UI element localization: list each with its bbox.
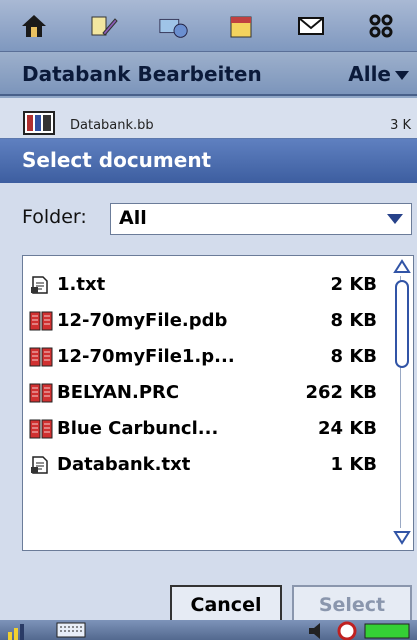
filter-label: Alle xyxy=(348,62,391,86)
folder-select[interactable]: All xyxy=(110,203,412,235)
volume-icon[interactable] xyxy=(306,622,328,640)
apps-icon[interactable] xyxy=(365,10,397,42)
filter-dropdown[interactable]: Alle xyxy=(348,62,409,86)
list-item[interactable]: Databank.txt 1 KB xyxy=(23,448,393,484)
file-size: 2 KB xyxy=(330,274,377,295)
file-name: 1.txt xyxy=(57,274,106,295)
tools-icon[interactable] xyxy=(88,10,120,42)
dialog-title: Select document xyxy=(0,139,417,183)
scroll-down-icon[interactable] xyxy=(393,530,411,546)
calendar-icon[interactable] xyxy=(225,10,257,42)
scroll-up-icon[interactable] xyxy=(393,258,411,274)
list-item[interactable]: 12-70myFile1.p... 8 KB xyxy=(23,340,393,376)
file-name: 12-70myFile1.p... xyxy=(57,346,235,367)
background-list-row: Databank.bb 3 K xyxy=(0,98,417,138)
folder-label: Folder: xyxy=(22,206,87,228)
list-item[interactable]: BELYAN.PRC 262 KB xyxy=(23,376,393,412)
file-name: Blue Carbuncl... xyxy=(57,418,219,439)
file-name: Databank.txt xyxy=(57,454,191,475)
file-size: 8 KB xyxy=(330,346,377,367)
background-row-size: 3 K xyxy=(390,118,411,133)
book-icon xyxy=(29,311,53,331)
folder-value: All xyxy=(119,207,147,229)
file-size: 262 KB xyxy=(305,382,377,403)
database-icon xyxy=(23,111,55,135)
keyboard-icon[interactable] xyxy=(56,622,86,638)
select-button[interactable]: Select xyxy=(292,585,412,623)
file-name: 12-70myFile.pdb xyxy=(57,310,228,331)
battery-icon xyxy=(364,623,410,639)
book-icon xyxy=(29,383,53,403)
mail-icon[interactable] xyxy=(295,10,327,42)
sync-icon[interactable] xyxy=(158,10,190,42)
book-icon xyxy=(29,347,53,367)
chevron-down-icon xyxy=(387,214,403,224)
status-bar xyxy=(0,620,417,640)
home-icon[interactable] xyxy=(18,10,50,42)
clock-icon[interactable] xyxy=(336,621,358,640)
file-name: BELYAN.PRC xyxy=(57,382,180,403)
list-item[interactable]: 12-70myFile.pdb 8 KB xyxy=(23,304,393,340)
app-launcher-bar xyxy=(0,0,417,52)
scrollbar-thumb[interactable] xyxy=(395,280,409,368)
cancel-button[interactable]: Cancel xyxy=(170,585,282,623)
list-item[interactable]: 1.txt 2 KB xyxy=(23,268,393,304)
file-size: 24 KB xyxy=(318,418,377,439)
chevron-down-icon xyxy=(395,71,409,80)
file-size: 1 KB xyxy=(330,454,377,475)
text-file-icon xyxy=(31,456,48,474)
file-size: 8 KB xyxy=(330,310,377,331)
book-icon xyxy=(29,419,53,439)
text-file-icon xyxy=(31,276,48,294)
app-title-bar: Databank Bearbeiten Alle xyxy=(0,52,417,96)
background-row-name: Databank.bb xyxy=(70,118,154,133)
app-title: Databank Bearbeiten xyxy=(22,62,262,86)
signal-icon xyxy=(8,624,24,640)
scrollbar[interactable] xyxy=(391,256,413,550)
list-item[interactable]: Blue Carbuncl... 24 KB xyxy=(23,412,393,448)
file-list[interactable]: 1.txt 2 KB 12-70myFile.pdb 8 KB 12-70myF… xyxy=(22,255,414,551)
select-document-dialog: Select document Folder: All 1.txt 2 KB 1… xyxy=(0,138,417,630)
